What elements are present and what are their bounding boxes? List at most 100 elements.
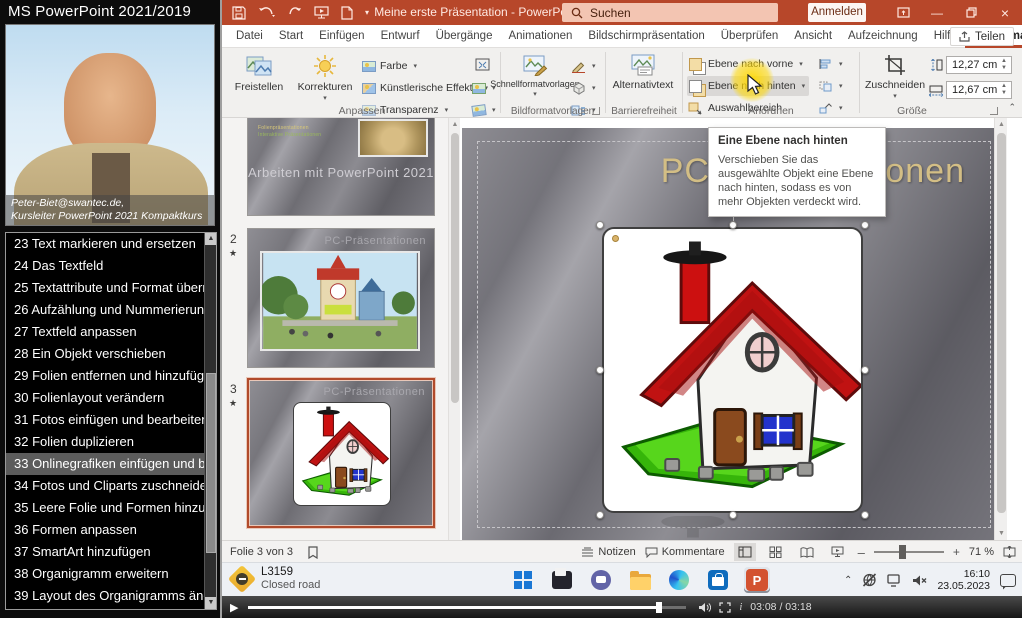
teams-chat-button[interactable]: [588, 567, 614, 593]
lesson-item[interactable]: 31 Fotos einfügen und bearbeiten: [6, 409, 206, 431]
lesson-item[interactable]: 24 Das Textfeld: [6, 255, 206, 277]
share-button[interactable]: Teilen: [950, 27, 1014, 46]
ribbon-tab[interactable]: Übergänge: [428, 25, 501, 48]
resize-handle-s[interactable]: [729, 511, 737, 519]
lesson-list-scrollbar[interactable]: ▲ ▼: [204, 233, 216, 609]
file-explorer-button[interactable]: [627, 567, 653, 593]
lesson-item[interactable]: 27 Textfeld anpassen: [6, 321, 206, 343]
collapse-ribbon-icon[interactable]: ⌃: [1008, 102, 1016, 113]
height-spinner[interactable]: ▲▼: [998, 57, 1010, 73]
resize-handle-se[interactable]: [861, 511, 869, 519]
cast-display-icon[interactable]: [887, 574, 902, 587]
slide-1-thumbnail[interactable]: Folienpräsentationen Interaktive Präsent…: [247, 118, 435, 216]
undo-icon[interactable]: [258, 6, 276, 19]
resize-handle-w[interactable]: [596, 366, 604, 374]
no-internet-icon[interactable]: [862, 573, 877, 587]
dialog-launcher-icon[interactable]: [592, 107, 600, 115]
slideshow-view-button[interactable]: [827, 543, 849, 561]
notes-button[interactable]: Notizen: [581, 546, 635, 558]
microsoft-store-button[interactable]: [705, 567, 731, 593]
freistellen-button[interactable]: Freistellen: [228, 50, 290, 108]
ribbon-tab[interactable]: Bildschirmpräsentation: [580, 25, 712, 48]
scrollbar-thumb[interactable]: [451, 133, 459, 403]
edge-browser-button[interactable]: [666, 567, 692, 593]
lesson-item[interactable]: 23 Text markieren und ersetzen: [6, 233, 206, 255]
group-objects-icon[interactable]: [818, 76, 843, 96]
info-icon[interactable]: i: [739, 602, 742, 613]
close-icon[interactable]: ×: [988, 0, 1022, 25]
clock[interactable]: 16:10 23.05.2023: [937, 568, 990, 592]
lesson-item[interactable]: 26 Aufzählung und Nummerierung: [6, 299, 206, 321]
ribbon-tab[interactable]: Ansicht: [786, 25, 840, 48]
ribbon-tab[interactable]: Überprüfen: [713, 25, 787, 48]
ribbon-tab[interactable]: Aufzeichnung: [840, 25, 926, 48]
scroll-up-icon[interactable]: ▲: [995, 118, 1008, 131]
ribbon-tab[interactable]: Animationen: [500, 25, 580, 48]
start-button[interactable]: [510, 567, 536, 593]
progress-knob[interactable]: [656, 602, 662, 613]
zoom-out-icon[interactable]: –: [858, 545, 865, 560]
accessibility-checker-icon[interactable]: [307, 546, 319, 559]
fullscreen-icon[interactable]: [719, 602, 731, 613]
zoom-slider-knob[interactable]: [899, 545, 906, 559]
play-icon[interactable]: ▶: [230, 601, 238, 614]
adjust-handle[interactable]: [612, 235, 619, 242]
house-clipart[interactable]: [602, 227, 863, 513]
comments-button[interactable]: Kommentare: [645, 546, 725, 558]
zoom-in-icon[interactable]: +: [953, 545, 960, 559]
zoom-slider[interactable]: [874, 551, 944, 553]
lesson-item[interactable]: 38 Organigramm erweitern: [6, 563, 206, 585]
ribbon-tab[interactable]: Einfügen: [311, 25, 372, 48]
scroll-up-icon[interactable]: ▲: [449, 118, 460, 131]
lesson-item[interactable]: 32 Folien duplizieren: [6, 431, 206, 453]
ribbon-tab[interactable]: Start: [271, 25, 311, 48]
align-objects-icon[interactable]: [818, 54, 843, 74]
lesson-item[interactable]: 35 Leere Folie und Formen hinzufügen: [6, 497, 206, 519]
slide-sorter-view-button[interactable]: [765, 543, 787, 561]
lesson-item[interactable]: 34 Fotos und Cliparts zuschneiden: [6, 475, 206, 497]
kuenstlerische-effekte-menu[interactable]: Künstlerische Effekte: [362, 78, 488, 98]
start-slideshow-icon[interactable]: [314, 6, 329, 19]
alternativtext-button[interactable]: Alternativtext: [610, 50, 676, 108]
volume-icon[interactable]: [698, 602, 711, 613]
reading-view-button[interactable]: [796, 543, 818, 561]
resize-handle-nw[interactable]: [596, 221, 604, 229]
korrekturen-button[interactable]: Korrekturen ▾: [292, 50, 358, 108]
resize-handle-ne[interactable]: [861, 221, 869, 229]
zuschneiden-button[interactable]: Zuschneiden ▾: [864, 50, 926, 108]
tray-expand-icon[interactable]: ⌃: [844, 575, 852, 586]
lesson-item[interactable]: 29 Folien entfernen und hinzufügen: [6, 365, 206, 387]
progress-bar[interactable]: [248, 606, 686, 609]
powerpoint-taskbar-button[interactable]: P: [744, 567, 770, 593]
task-view-button[interactable]: [549, 567, 575, 593]
selected-picture[interactable]: [600, 225, 865, 515]
farbe-menu[interactable]: Farbe: [362, 56, 417, 76]
lesson-item[interactable]: 37 SmartArt hinzufügen: [6, 541, 206, 563]
thumbnail-scrollbar[interactable]: ▲: [448, 118, 460, 540]
normal-view-button[interactable]: [734, 543, 756, 561]
resize-handle-e[interactable]: [861, 366, 869, 374]
picture-border-icon[interactable]: [571, 56, 596, 76]
slide-3-thumbnail[interactable]: PC-Präsentationen: [247, 378, 435, 528]
new-slide-icon[interactable]: [341, 6, 353, 20]
qat-customize-icon[interactable]: ▾: [365, 10, 369, 16]
slide-2-thumbnail[interactable]: PC-Präsentationen: [247, 228, 435, 368]
width-spinner[interactable]: ▲▼: [998, 82, 1010, 98]
ribbon-display-options-icon[interactable]: [886, 0, 920, 25]
weather-widget[interactable]: L3159 Closed road: [232, 566, 320, 592]
restore-icon[interactable]: [954, 0, 988, 25]
width-field[interactable]: 12,67 cm ▲▼: [946, 81, 1012, 99]
sign-in-button[interactable]: Anmelden: [808, 3, 866, 22]
scrollbar-thumb[interactable]: [997, 133, 1006, 513]
zoom-level[interactable]: 71 %: [969, 546, 994, 558]
lesson-item[interactable]: 30 Folienlayout verändern: [6, 387, 206, 409]
notification-center-icon[interactable]: [1000, 574, 1016, 587]
ribbon-tab[interactable]: Entwurf: [373, 25, 428, 48]
scrollbar-thumb[interactable]: [206, 373, 216, 553]
resize-handle-n[interactable]: [729, 221, 737, 229]
fit-slide-icon[interactable]: [1003, 546, 1016, 558]
lesson-item[interactable]: 28 Ein Objekt verschieben: [6, 343, 206, 365]
schnellformatvorlagen-button[interactable]: Schnellformatvorlagen ▾: [503, 50, 567, 108]
lesson-item[interactable]: 33 Onlinegrafiken einfügen und bearbeite…: [6, 453, 206, 475]
height-field[interactable]: 12,27 cm ▲▼: [946, 56, 1012, 74]
